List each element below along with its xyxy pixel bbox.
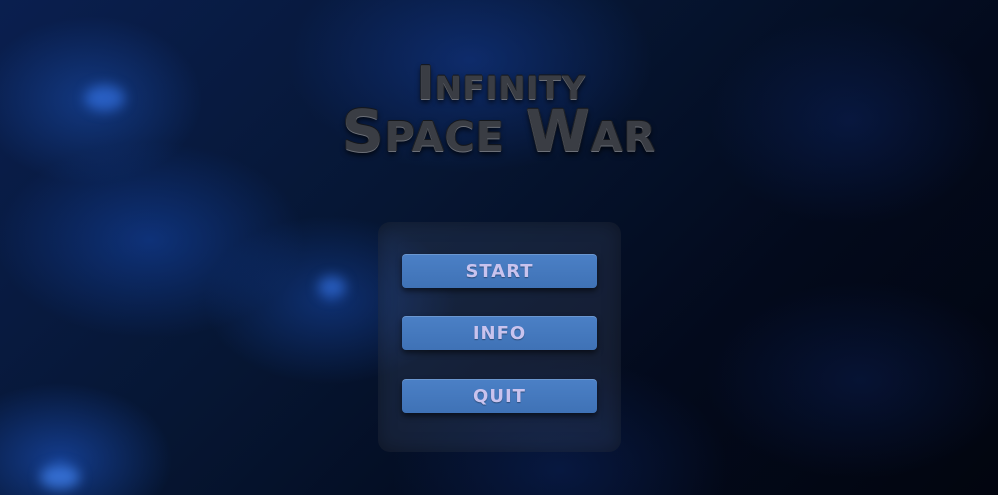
info-button-label: INFO [472, 322, 527, 344]
game-title: Infinity Space War [0, 60, 998, 160]
start-button-label: START [465, 260, 534, 282]
start-button[interactable]: START [402, 254, 597, 288]
title-line-2: Space War [341, 97, 657, 165]
nebula-glow [318, 276, 346, 298]
info-button[interactable]: INFO [402, 316, 597, 350]
quit-button[interactable]: QUIT [402, 379, 597, 413]
main-menu-screen: Infinity Space War START INFO QUIT [0, 0, 998, 495]
quit-button-label: QUIT [473, 385, 526, 407]
nebula-glow [40, 465, 80, 489]
